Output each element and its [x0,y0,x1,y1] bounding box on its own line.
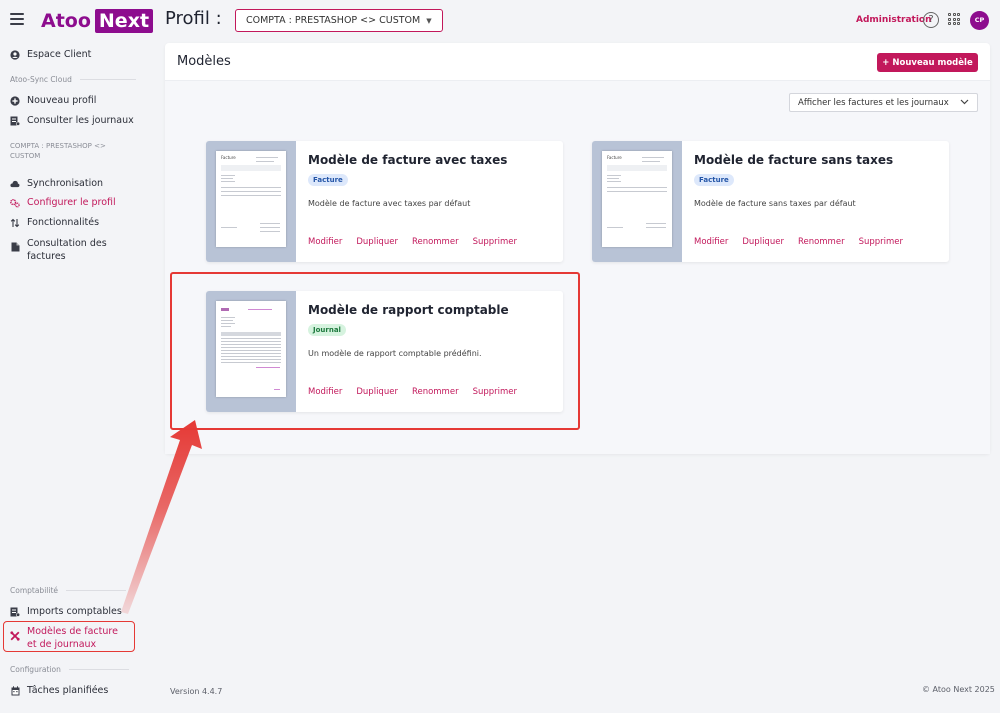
copyright: © Atoo Next 2025 [922,685,995,694]
app-version: Version 4.4.7 [170,687,223,696]
annotation-arrow-icon [121,420,202,614]
